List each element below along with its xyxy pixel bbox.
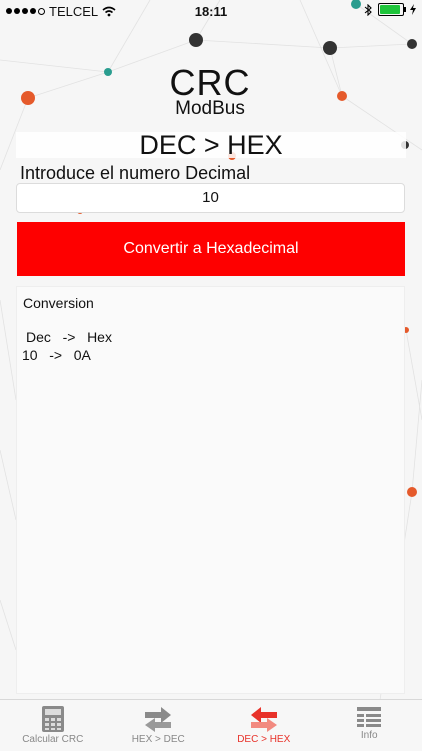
list-icon (356, 705, 382, 729)
tab-label: HEX > DEC (132, 734, 185, 745)
result-value-line: 10 -> 0A (22, 347, 91, 363)
logo-sub-text: ModBus (150, 100, 270, 118)
tab-hex-dec[interactable]: HEX > DEC (106, 700, 212, 751)
status-bar: TELCEL 18:11 (0, 0, 422, 22)
input-label: Introduce el numero Decimal (20, 163, 250, 184)
convert-button[interactable]: Convertir a Hexadecimal (17, 222, 405, 276)
page-title: DEC > HEX (16, 132, 406, 158)
battery-icon (378, 3, 404, 16)
charging-icon (410, 4, 416, 15)
status-right (364, 3, 416, 16)
result-text-area[interactable]: Conversion Dec -> Hex 10 -> 0A (16, 286, 405, 694)
status-time: 18:11 (0, 4, 422, 19)
tab-bar: Calcular CRC HEX > DEC DEC > HEX Info (0, 699, 422, 751)
tab-info[interactable]: Info (317, 700, 422, 751)
tab-label: DEC > HEX (237, 734, 290, 745)
swap-arrows-icon (143, 705, 173, 733)
logo-main-text: CRC (150, 66, 270, 100)
swap-arrows-icon (249, 705, 279, 733)
calculator-icon (41, 705, 65, 733)
tab-dec-hex[interactable]: DEC > HEX (211, 700, 317, 751)
result-header-line: Dec -> Hex (26, 329, 112, 345)
bluetooth-icon (364, 4, 372, 16)
tab-label: Calcular CRC (22, 734, 83, 745)
result-title: Conversion (23, 295, 94, 311)
app-logo: CRC ModBus (150, 66, 270, 118)
tab-label: Info (361, 730, 378, 741)
tab-calcular-crc[interactable]: Calcular CRC (0, 700, 106, 751)
decimal-input[interactable]: 10 (16, 183, 405, 213)
